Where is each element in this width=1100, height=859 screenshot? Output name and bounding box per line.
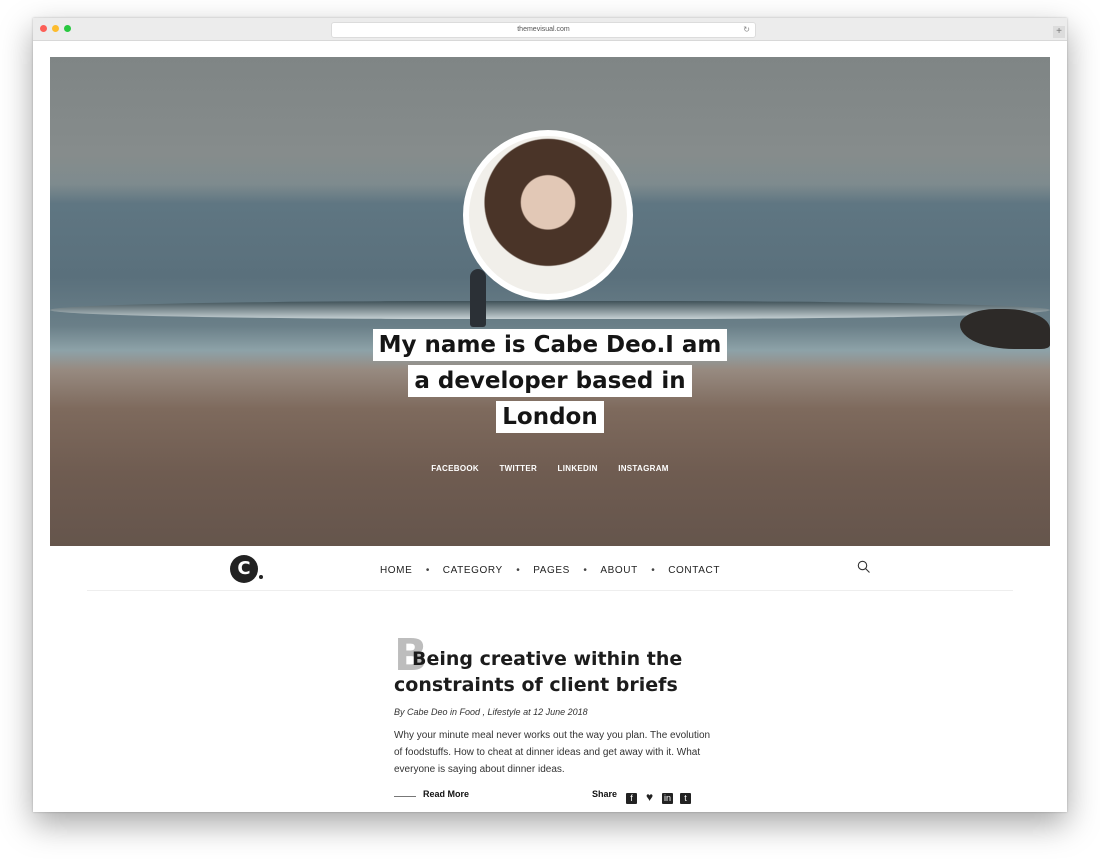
post-meta: By Cabe Deo in Food , Lifestyle at 12 Ju… bbox=[394, 707, 588, 717]
nav-item-about[interactable]: ABOUT bbox=[600, 565, 637, 576]
browser-chrome: themevisual.com ↻ + bbox=[33, 18, 1067, 41]
browser-window: themevisual.com ↻ + My name is Cabe Deo.… bbox=[33, 18, 1067, 812]
nav-separator: • bbox=[516, 565, 520, 576]
post-excerpt: Why your minute meal never works out the… bbox=[394, 730, 711, 775]
new-tab-button[interactable]: + bbox=[1053, 26, 1065, 38]
nav-item-home[interactable]: HOME bbox=[380, 565, 412, 576]
post-title-line: constraints of client briefs bbox=[394, 674, 678, 696]
hero-title-line: a developer based in bbox=[408, 365, 692, 397]
hero-banner: My name is Cabe Deo.I am a developer bas… bbox=[50, 57, 1050, 546]
facebook-icon[interactable]: f bbox=[626, 793, 637, 804]
address-bar[interactable]: themevisual.com ↻ bbox=[331, 22, 756, 38]
social-link-linkedin[interactable]: LINKEDIN bbox=[558, 464, 598, 473]
post-title-line: Being creative within the bbox=[412, 648, 683, 670]
hero-wave-decoration bbox=[50, 301, 1050, 319]
avatar bbox=[469, 136, 627, 294]
post-footer: Read More Share f ♥ in t bbox=[394, 788, 714, 806]
read-more-link[interactable]: Read More bbox=[423, 789, 469, 799]
nav-separator: • bbox=[425, 565, 430, 576]
heart-icon[interactable]: ♥ bbox=[644, 791, 655, 803]
social-links: FACEBOOK TWITTER LINKEDIN INSTAGRAM bbox=[50, 458, 1050, 476]
hero-person-figure bbox=[470, 269, 486, 327]
blog-post: B Being creative within the constraints … bbox=[394, 634, 714, 806]
close-window-button[interactable] bbox=[40, 25, 47, 32]
main-navigation: C HOME • CATEGORY • PAGES • ABOUT • CONT… bbox=[87, 546, 1013, 591]
nav-menu: HOME • CATEGORY • PAGES • ABOUT • CONTAC… bbox=[87, 546, 1013, 590]
social-link-facebook[interactable]: FACEBOOK bbox=[431, 464, 479, 473]
social-link-instagram[interactable]: INSTAGRAM bbox=[618, 464, 669, 473]
hero-rock-decoration bbox=[960, 309, 1050, 349]
search-icon[interactable] bbox=[857, 560, 871, 574]
nav-separator: • bbox=[583, 565, 587, 576]
post-title[interactable]: Being creative within the constraints of… bbox=[394, 636, 714, 698]
maximize-window-button[interactable] bbox=[64, 25, 71, 32]
reload-icon[interactable]: ↻ bbox=[743, 23, 750, 37]
nav-separator: • bbox=[651, 565, 655, 576]
twitter-icon[interactable]: t bbox=[680, 793, 691, 804]
nav-item-contact[interactable]: CONTACT bbox=[668, 565, 720, 576]
hero-title-line: My name is Cabe Deo.I am bbox=[372, 329, 728, 361]
nav-item-category[interactable]: CATEGORY bbox=[443, 565, 503, 576]
hero-title-line: London bbox=[496, 401, 604, 433]
minimize-window-button[interactable] bbox=[52, 25, 59, 32]
hero-title: My name is Cabe Deo.I am a developer bas… bbox=[300, 327, 800, 435]
nav-item-pages[interactable]: PAGES bbox=[533, 565, 570, 576]
read-more-line bbox=[394, 796, 416, 797]
address-bar-url: themevisual.com bbox=[517, 26, 570, 33]
share-icons: f ♥ in t bbox=[626, 788, 698, 806]
linkedin-icon[interactable]: in bbox=[662, 793, 673, 804]
share-label: Share bbox=[592, 789, 618, 799]
social-link-twitter[interactable]: TWITTER bbox=[499, 464, 537, 473]
